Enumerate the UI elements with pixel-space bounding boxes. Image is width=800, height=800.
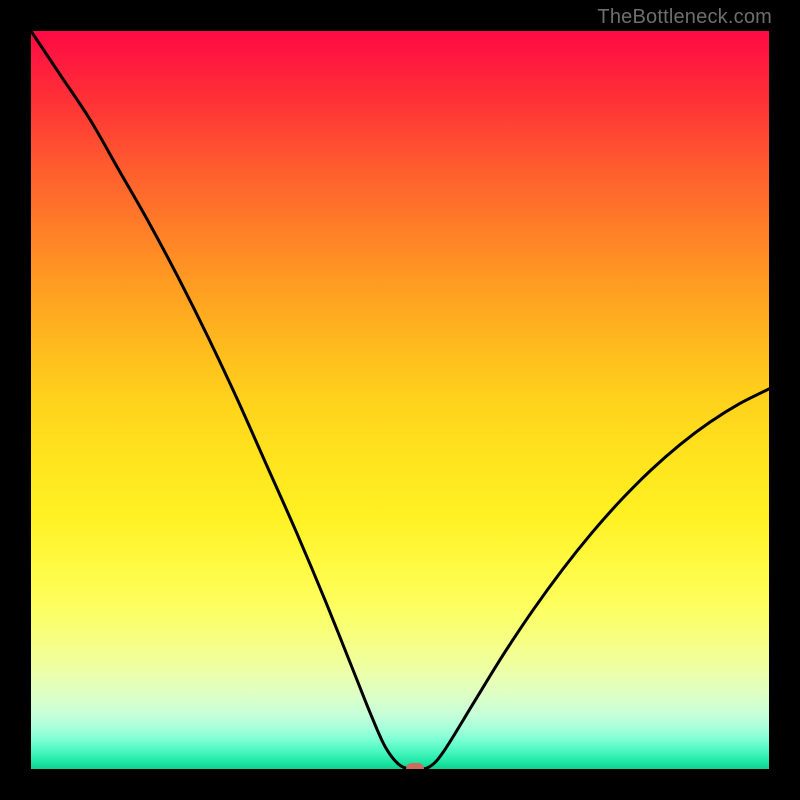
plot-area: [31, 31, 769, 769]
bottleneck-marker: [406, 763, 424, 769]
bottleneck-curve: [31, 31, 769, 769]
chart-container: TheBottleneck.com: [0, 0, 800, 800]
attribution-text: TheBottleneck.com: [597, 6, 772, 29]
